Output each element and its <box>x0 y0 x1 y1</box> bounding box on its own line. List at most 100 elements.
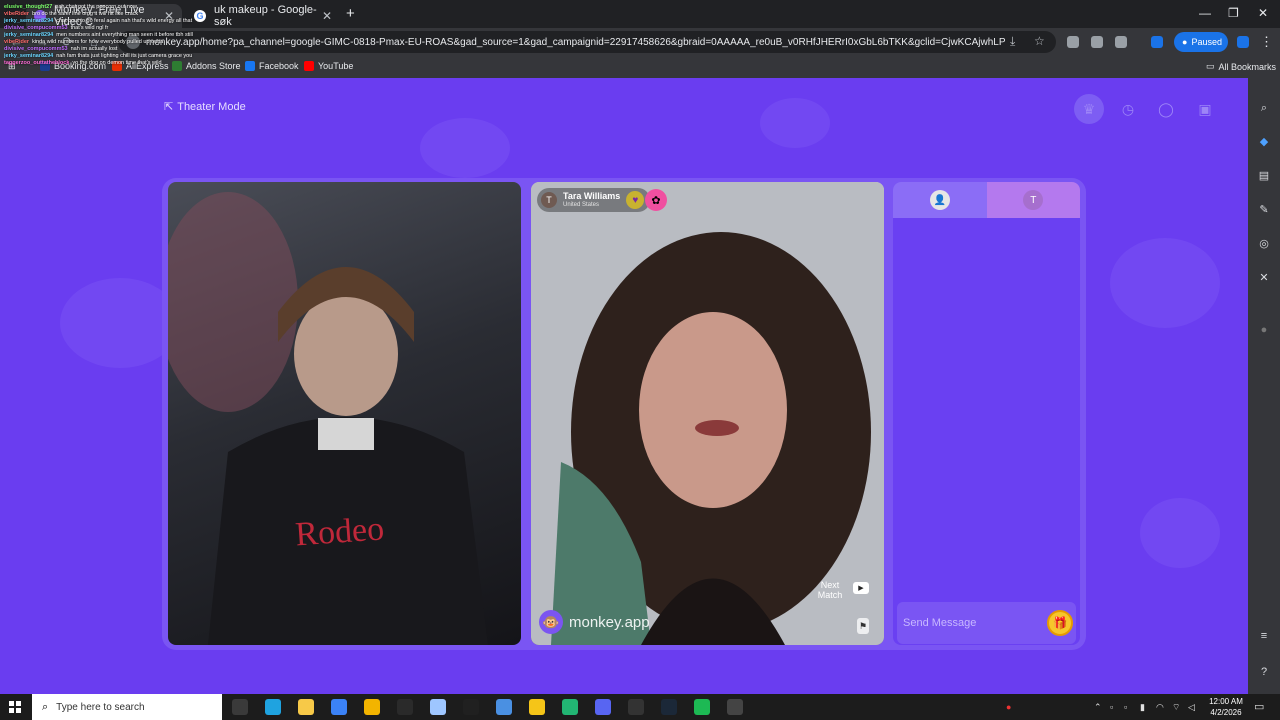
tray-app-icon[interactable]: ▫ <box>1110 702 1113 712</box>
report-flag-icon[interactable]: ⚑ <box>857 618 869 634</box>
crown-icon[interactable]: ♛ <box>1074 94 1104 124</box>
close-window-button[interactable]: ✕ <box>1258 6 1268 20</box>
next-match-icon[interactable]: ▶ <box>853 582 869 594</box>
steam-icon[interactable] <box>661 699 677 715</box>
gamepad-icon[interactable]: ◎ <box>1258 238 1270 250</box>
clock-icon[interactable]: ◷ <box>1113 94 1143 124</box>
app-dark-icon[interactable] <box>397 699 413 715</box>
video-chat-stage: Rodeo T Tara Williams United States ♥ ✿ … <box>162 178 1086 650</box>
shield-icon[interactable] <box>1237 36 1249 48</box>
chat-username: jerky_seminar8294 <box>4 32 54 38</box>
chat-panel: 👤 T 🎁 <box>893 182 1080 645</box>
network-icon[interactable]: ◠ <box>1156 702 1164 713</box>
background-shape <box>1140 498 1220 568</box>
battery-icon[interactable]: ▮ <box>1140 702 1145 713</box>
taskbar-search[interactable]: ⌕ <box>32 694 222 720</box>
address-bar[interactable]: monkey.app/home?pa_channel=google-GIMC-0… <box>118 31 1056 53</box>
settings-icon[interactable] <box>727 699 743 715</box>
maximize-button[interactable]: ❐ <box>1228 6 1239 20</box>
tools-icon[interactable]: ✕ <box>1258 272 1270 284</box>
file-explorer-icon[interactable] <box>298 699 314 715</box>
notification-badge-icon[interactable]: ● <box>1006 702 1011 712</box>
discord-icon[interactable] <box>595 699 611 715</box>
chat-message: nah im actually lost <box>70 46 118 52</box>
bookmark-facebook[interactable]: Facebook <box>245 61 299 71</box>
message-input[interactable] <box>903 613 1043 633</box>
sliders-icon[interactable]: ≡ <box>1258 630 1270 642</box>
gift-box-icon[interactable]: ▣ <box>1190 94 1220 124</box>
all-bookmarks[interactable]: ▭ All Bookmarks <box>1206 61 1276 72</box>
partner-chat-avatar: T <box>1023 190 1044 210</box>
extension-icon[interactable] <box>1067 36 1079 48</box>
chat-message: nah chat got the popcorn out now <box>55 4 137 10</box>
photos-icon[interactable] <box>430 699 446 715</box>
chat-line: jerky_seminar8294 men numbers aint everyt… <box>4 32 214 39</box>
app-yellow-icon[interactable] <box>529 699 545 715</box>
chat-tab-partner[interactable]: T <box>986 182 1080 218</box>
chat-tab-self[interactable]: 👤 <box>893 182 987 218</box>
stream-chat-overlay: elusive_thought27 nah chat got the popcor… <box>4 4 214 67</box>
minimize-button[interactable]: — <box>1199 6 1211 20</box>
chat-message: that's wild ngl fr <box>70 25 109 31</box>
chat-line: vibeRider kinda wild numbers for how ever… <box>4 39 214 46</box>
search-icon[interactable]: ⌕ <box>1258 102 1270 114</box>
circle-icon[interactable]: ● <box>1258 324 1270 336</box>
tray-app-icon[interactable]: ▫ <box>1124 702 1127 712</box>
store-icon[interactable] <box>331 699 347 715</box>
chat-bubble-icon[interactable]: ◯ <box>1151 94 1181 124</box>
theater-mode-toggle[interactable]: ⇱ Theater Mode <box>164 100 246 114</box>
epic-icon[interactable] <box>628 699 644 715</box>
bookmark-youtube[interactable]: YouTube <box>304 61 353 71</box>
partner-info-badge[interactable]: T Tara Williams United States ♥ <box>537 188 651 212</box>
self-avatar-icon: 👤 <box>929 190 950 210</box>
windows-start-icon[interactable] <box>9 701 21 713</box>
task-view-icon[interactable] <box>232 699 248 715</box>
gift-button[interactable]: 🎁 <box>1047 610 1073 636</box>
next-match-label[interactable]: Next Match <box>813 580 847 600</box>
app-blue-icon[interactable] <box>496 699 512 715</box>
background-shape <box>1110 238 1220 328</box>
chat-line: elusive_thought27 nah chat got the popcor… <box>4 4 214 11</box>
clock-time: 12:00 AM <box>1209 697 1243 706</box>
new-tab-button[interactable]: + <box>346 5 355 22</box>
notifications-icon[interactable]: ▭ <box>1254 700 1264 713</box>
install-app-icon[interactable]: ⤓ <box>1010 35 1022 47</box>
url-text[interactable]: monkey.app/home?pa_channel=google-GIMC-0… <box>146 37 1006 48</box>
taskbar-search-input[interactable] <box>56 701 207 713</box>
system-clock[interactable]: 12:00 AM 4/2/2026 <box>1204 696 1248 718</box>
bookmark-star-icon[interactable]: ☆ <box>1034 35 1046 47</box>
partner-details: Tara Williams United States <box>563 191 620 209</box>
self-video: Rodeo <box>168 182 521 645</box>
tab-title: uk makeup - Google-søk <box>214 4 317 28</box>
chat-message: kinda wild numbers for how everybody pul… <box>32 39 164 45</box>
wifi-icon[interactable]: ⌔ <box>1172 702 1180 713</box>
extension-icon[interactable] <box>1091 36 1103 48</box>
profile-paused-button[interactable]: ● Paused <box>1174 32 1228 52</box>
heart-icon[interactable]: ♥ <box>626 191 645 209</box>
copilot-icon[interactable]: ◆ <box>1258 136 1270 148</box>
monkey-site: ⇱ Theater Mode ♛ ◷ ◯ ▣ Rodeo T Tara Will… <box>0 78 1248 694</box>
tab-close-icon[interactable]: ✕ <box>322 9 332 23</box>
search-icon: ⌕ <box>42 700 49 713</box>
obs-icon[interactable] <box>463 699 479 715</box>
chat-line: jerky_seminar8294 nah fam thats just ligh… <box>4 53 214 60</box>
chrome-icon[interactable] <box>364 699 380 715</box>
folder-icon: ▭ <box>1206 61 1215 71</box>
edge-icon[interactable] <box>265 699 281 715</box>
extensions-puzzle-icon[interactable] <box>1115 36 1127 48</box>
chat-tabs: 👤 T <box>893 182 1080 218</box>
reading-list-icon[interactable]: ▤ <box>1258 170 1270 182</box>
chat-message: men numbers aint everything man seen it … <box>56 32 193 38</box>
side-panel-icon[interactable] <box>1151 36 1163 48</box>
app-green-icon[interactable] <box>562 699 578 715</box>
spotify-icon[interactable] <box>694 699 710 715</box>
help-icon[interactable]: ? <box>1258 666 1270 678</box>
volume-icon[interactable]: ◁ <box>1188 702 1195 713</box>
notes-icon[interactable]: ✎ <box>1258 204 1270 216</box>
facebook-icon <box>245 61 255 71</box>
tray-chevron-icon[interactable]: ⌃ <box>1094 702 1102 713</box>
theater-icon: ⇱ <box>164 101 174 113</box>
browser-menu-icon[interactable]: ⋮ <box>1260 34 1273 50</box>
partner-video-figure <box>531 182 884 645</box>
gift-badge-icon[interactable]: ✿ <box>645 189 667 211</box>
